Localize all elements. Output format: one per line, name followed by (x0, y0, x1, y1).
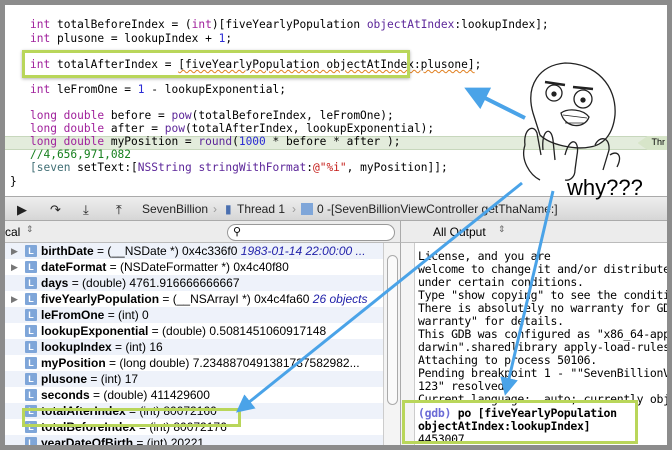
why-annotation: why??? (567, 175, 643, 200)
rage-face-drawing (523, 62, 621, 181)
xcode-window: Thr int totalBeforeIndex = (int)[fiveYea… (5, 5, 667, 445)
annotation-layer (235, 62, 621, 413)
arrow-to-code (464, 87, 526, 120)
arrow-to-console (500, 190, 555, 396)
arrow-to-variable (235, 181, 523, 413)
